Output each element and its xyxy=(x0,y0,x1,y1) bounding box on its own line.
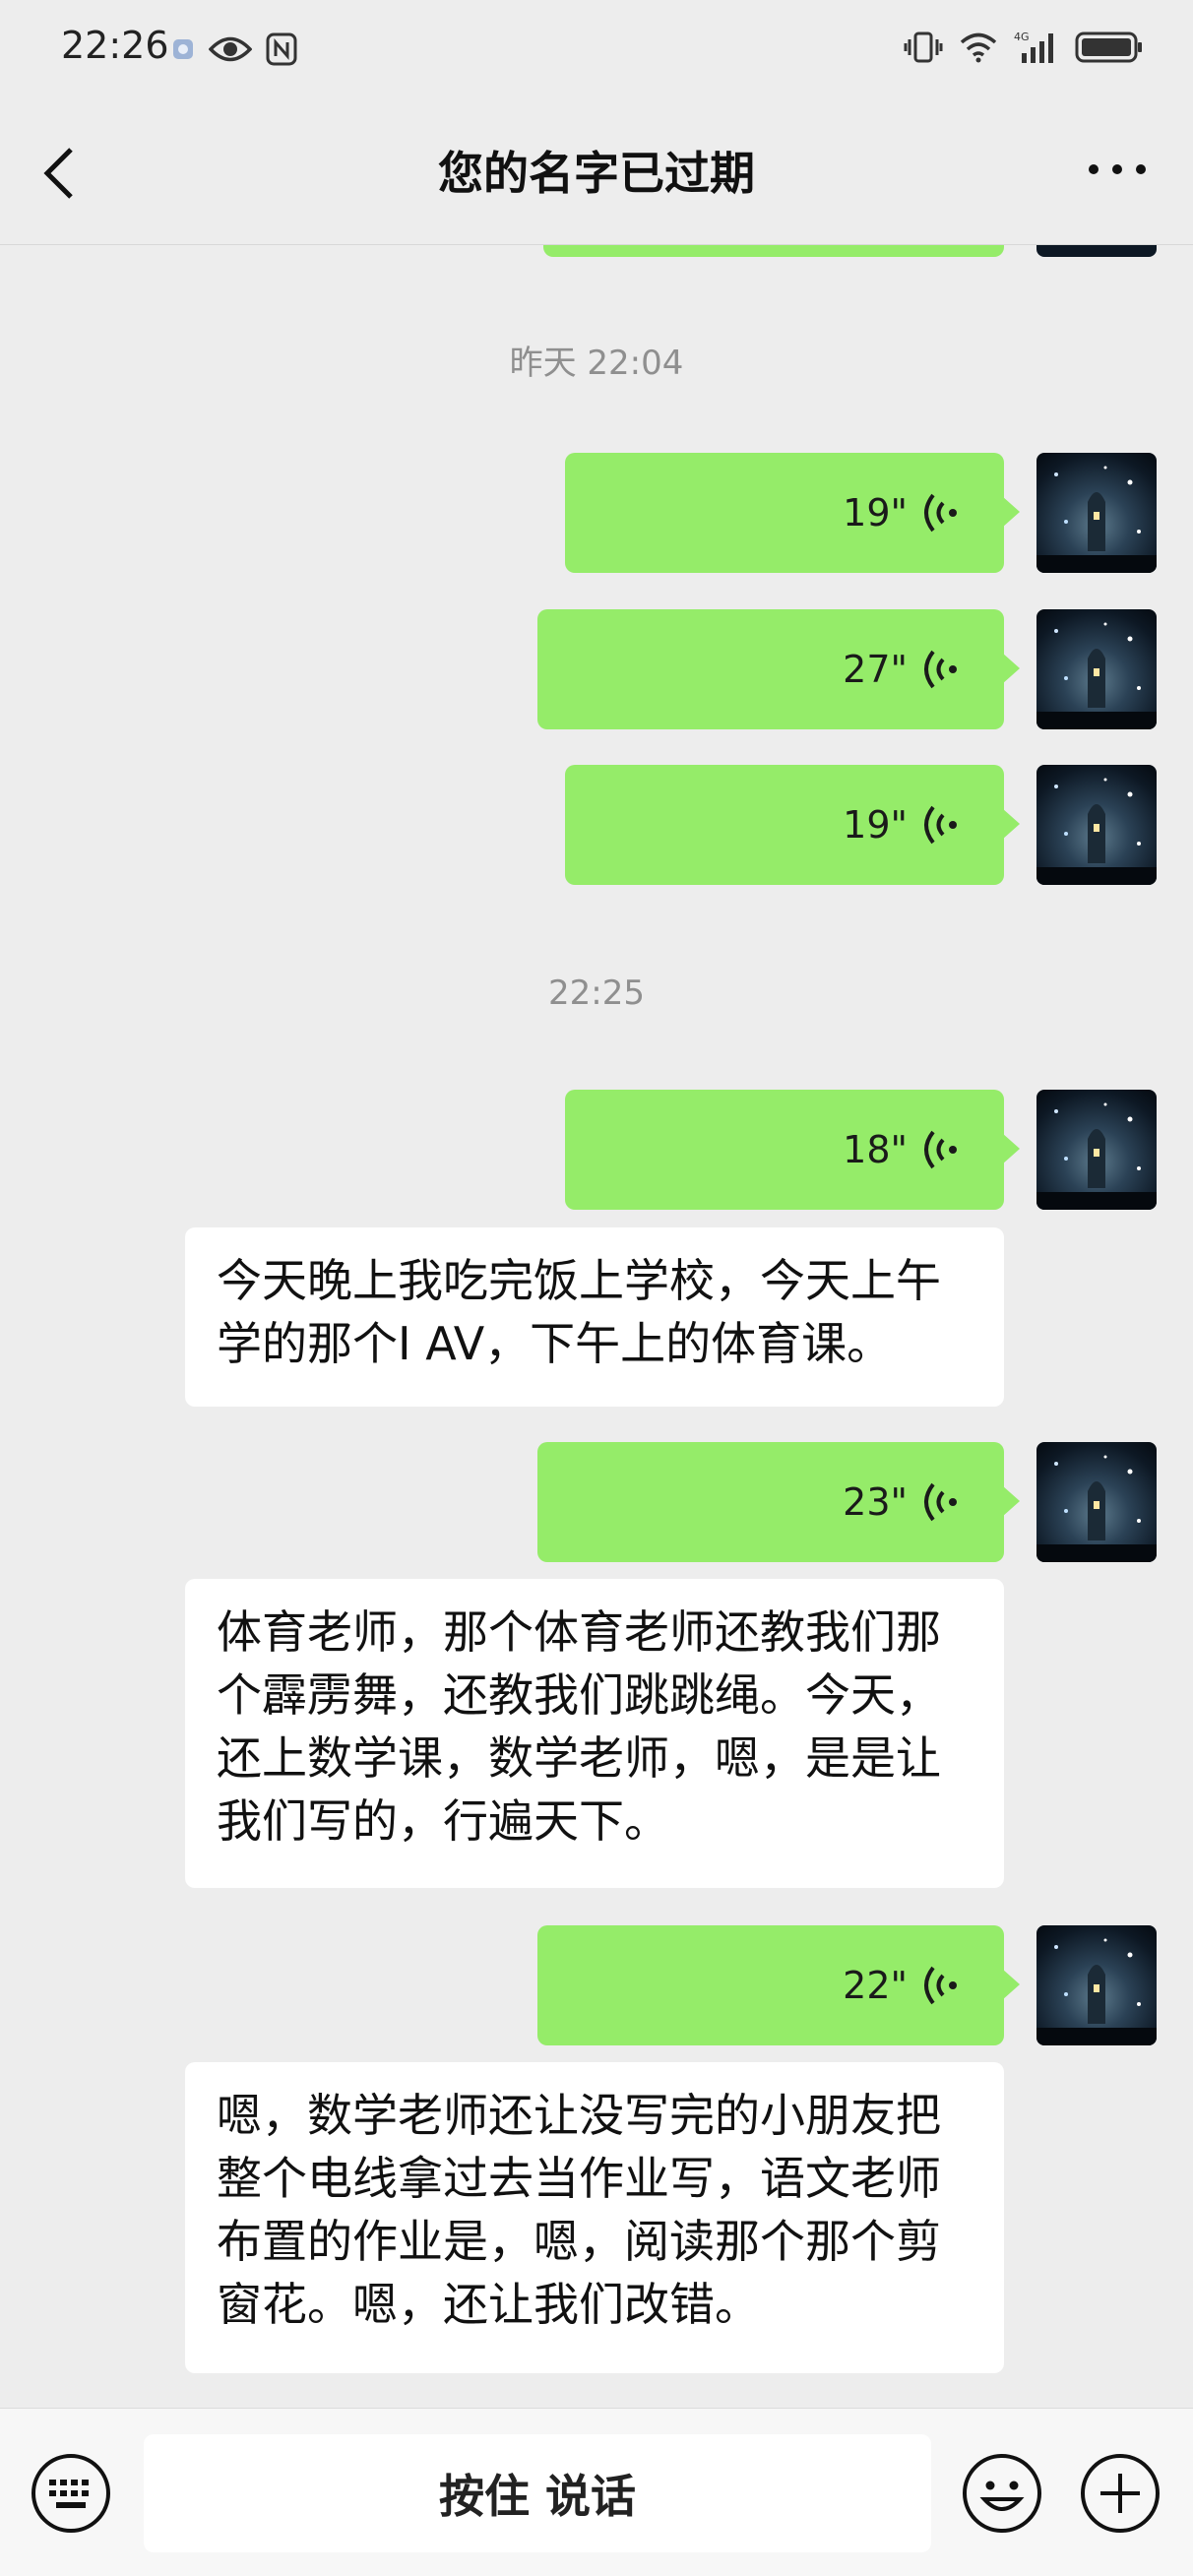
voice-wave-icon xyxy=(924,805,957,845)
signal-4g-icon: 4G xyxy=(1014,30,1059,65)
status-time: 22:26 xyxy=(61,24,169,67)
status-icons-left xyxy=(171,30,297,69)
eye-icon xyxy=(209,34,252,64)
notification-dot-icon xyxy=(171,37,195,61)
voice-transcription[interactable]: 嗯，数学老师还让没写完的小朋友把整个电线拿过去当作业写，语文老师布置的作业是，嗯… xyxy=(185,2062,1004,2373)
keyboard-icon xyxy=(31,2454,110,2533)
emoji-icon xyxy=(963,2454,1041,2533)
nfc-icon xyxy=(266,32,297,66)
user-avatar[interactable] xyxy=(1036,765,1157,885)
voice-message[interactable]: 27" xyxy=(537,609,1020,729)
user-avatar[interactable] xyxy=(1036,609,1157,729)
voice-duration: 19" xyxy=(843,491,908,534)
vibrate-icon xyxy=(904,30,943,65)
timestamp: 昨天 22:04 xyxy=(509,344,684,383)
more-button[interactable] xyxy=(1083,150,1152,189)
voice-message[interactable]: 18" xyxy=(565,1090,1020,1210)
user-avatar[interactable] xyxy=(1036,1090,1157,1210)
voice-wave-icon xyxy=(924,1966,957,2005)
user-avatar[interactable] xyxy=(1036,1925,1157,2045)
voice-duration: 23" xyxy=(843,1480,908,1524)
voice-wave-icon xyxy=(924,1482,957,1522)
chat-header: 您的名字已过期 xyxy=(0,94,1193,245)
status-bar: 22:26 4G xyxy=(0,0,1193,94)
more-dots-icon xyxy=(1089,164,1146,174)
battery-icon xyxy=(1075,30,1144,65)
voice-wave-icon xyxy=(924,493,957,533)
plus-icon xyxy=(1081,2454,1160,2533)
voice-duration: 27" xyxy=(843,648,908,691)
voice-message[interactable]: 23" xyxy=(537,1442,1020,1562)
timestamp: 22:25 xyxy=(548,974,645,1013)
message-list[interactable]: 昨天 22:04 19" 27" 19" 22:25 18" 今天晚上我吃完饭上… xyxy=(0,245,1193,2407)
network-type-label: 4G xyxy=(1014,31,1030,43)
user-avatar[interactable] xyxy=(1036,453,1157,573)
status-icons-right: 4G xyxy=(904,26,1144,69)
partial-avatar[interactable] xyxy=(1036,245,1157,257)
voice-duration: 19" xyxy=(843,803,908,847)
voice-transcription[interactable]: 今天晚上我吃完饭上学校，今天上午学的那个I AV，下午上的体育课。 xyxy=(185,1227,1004,1407)
voice-wave-icon xyxy=(924,650,957,689)
voice-transcription[interactable]: 体育老师，那个体育老师还教我们那个霹雳舞，还教我们跳跳绳。今天，还上数学课，数学… xyxy=(185,1579,1004,1888)
voice-duration: 22" xyxy=(843,1964,908,2007)
voice-message[interactable]: 19" xyxy=(565,453,1020,573)
keyboard-toggle-button[interactable] xyxy=(30,2452,112,2535)
voice-duration: 18" xyxy=(843,1128,908,1171)
emoji-button[interactable] xyxy=(961,2452,1043,2535)
voice-message[interactable]: 19" xyxy=(565,765,1020,885)
voice-wave-icon xyxy=(924,1130,957,1169)
hold-to-talk-button[interactable]: 按住 说话 xyxy=(144,2434,931,2552)
partial-voice-message[interactable] xyxy=(543,245,1004,257)
input-bar: 按住 说话 xyxy=(0,2408,1193,2576)
wifi-icon xyxy=(959,31,998,63)
chat-title: 您的名字已过期 xyxy=(438,147,755,200)
user-avatar[interactable] xyxy=(1036,1442,1157,1562)
voice-message[interactable]: 22" xyxy=(537,1925,1020,2045)
more-functions-button[interactable] xyxy=(1079,2452,1162,2535)
